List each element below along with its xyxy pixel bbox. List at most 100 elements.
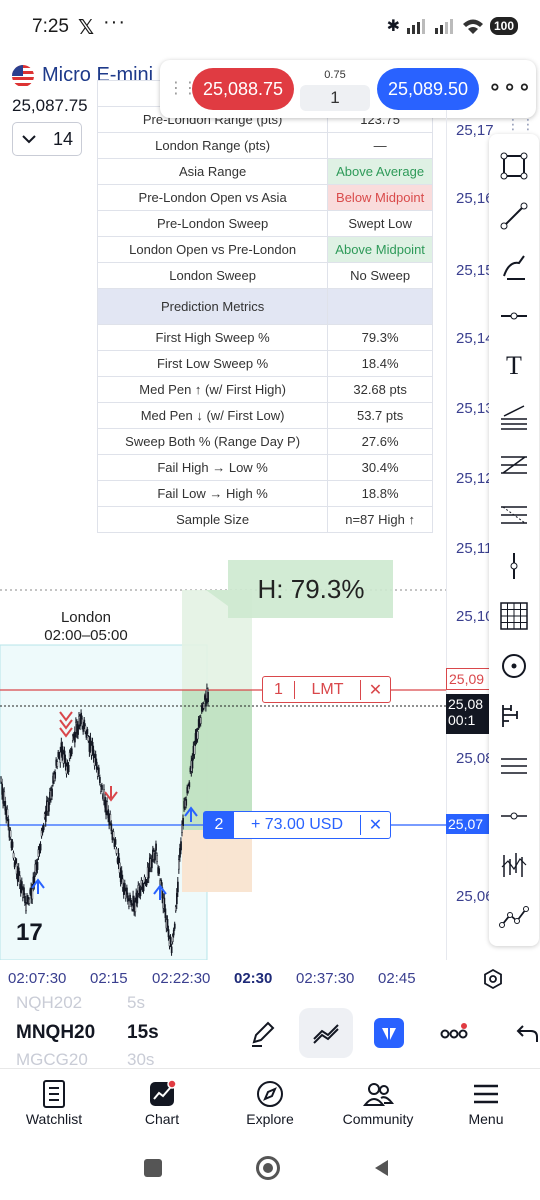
quantity-input[interactable]: 1 — [300, 85, 370, 111]
row-value: 79.3% — [327, 324, 433, 351]
table-row: Prediction Metrics — [96, 288, 433, 325]
rectangle-tool-icon[interactable] — [489, 146, 539, 186]
table-row: London Range (pts) — — [96, 132, 433, 159]
time-axis-label: 02:15 — [90, 970, 128, 987]
candle-body — [172, 929, 175, 936]
candle-body — [4, 801, 7, 811]
candle-body — [160, 880, 163, 885]
candle-body — [83, 719, 86, 727]
table-row: Med Pen ↓ (w/ First Low) 53.7 pts — [96, 402, 433, 429]
limit-order-type: LMT — [311, 680, 344, 698]
table-row: Sample Size n=87 High ↑ — [96, 506, 433, 533]
table-row: Fail High → Low % 30.4% — [96, 454, 433, 481]
row-value: No Sweep — [327, 262, 433, 289]
current-price-tag: 25,08 00:1 — [446, 694, 490, 734]
nav-watchlist[interactable]: Watchlist — [4, 1077, 104, 1127]
horizontal-line-tool-icon[interactable] — [489, 296, 539, 336]
row-label: Prediction Metrics — [96, 288, 329, 325]
candle-body — [77, 725, 79, 735]
trend-line-tool-icon[interactable] — [489, 196, 539, 236]
fib-tool-icon[interactable] — [489, 446, 539, 486]
tradingview-logo: 17 — [16, 919, 43, 946]
candle-body — [23, 887, 25, 895]
row-label: Fail High → Low % — [96, 454, 329, 481]
nav-menu[interactable]: Menu — [436, 1077, 536, 1127]
grid-tool-icon[interactable] — [489, 596, 539, 636]
candle-body — [169, 937, 172, 945]
cancel-order-icon[interactable]: ✕ — [360, 679, 390, 700]
chart-icon — [150, 1079, 177, 1106]
nav-menu-label: Menu — [468, 1111, 504, 1127]
row-label: Sample Size — [96, 506, 329, 533]
candle-body — [87, 736, 90, 742]
vertical-line-tool-icon[interactable] — [489, 546, 539, 586]
pencil-tool-icon[interactable] — [248, 1018, 278, 1053]
candle-body — [74, 731, 76, 743]
parallel-lines-tool-icon[interactable] — [489, 746, 539, 786]
symbol-list-item[interactable]: MNQH20 15s — [16, 1016, 176, 1050]
candle-body — [101, 784, 103, 790]
price-axis-label: 25,13 — [456, 400, 494, 417]
symbol-list[interactable]: NQH202 5s MNQH20 15s MGCG20 30s — [16, 990, 176, 1070]
path-tool-icon[interactable] — [489, 896, 539, 936]
candle-body — [51, 788, 53, 797]
trade-panel-icon[interactable] — [372, 1016, 406, 1055]
symbol-list-item[interactable]: MGCG20 30s — [16, 1050, 176, 1070]
row-value: Below Midpoint — [327, 184, 433, 211]
session-time: 02:00–05:00 — [44, 627, 127, 644]
fib-channel-tool-icon[interactable] — [489, 496, 539, 536]
text-tool-icon[interactable]: T — [489, 346, 539, 386]
limit-price-tag: 25,09 — [446, 668, 490, 690]
row-label: London Sweep — [96, 262, 329, 289]
brush-tool-icon[interactable] — [489, 246, 539, 286]
table-row: Pre-London Open vs Asia Below Midpoint — [96, 184, 433, 211]
candle-body — [199, 717, 202, 724]
row-value: — — [327, 132, 433, 159]
indicators-icon[interactable] — [440, 1022, 468, 1047]
long-position-tool-icon[interactable] — [489, 696, 539, 736]
circle-tool-icon[interactable] — [489, 646, 539, 686]
nav-chart[interactable]: Chart — [112, 1077, 212, 1127]
row-label: First High Sweep % — [96, 324, 329, 351]
row-label: London Open vs Pre-London — [96, 236, 329, 263]
symbol-list-tf: 30s — [127, 1050, 155, 1069]
pitchfork-tool-icon[interactable] — [489, 396, 539, 436]
undo-icon[interactable] — [515, 1022, 539, 1047]
candle-body — [121, 878, 124, 888]
candle-body — [112, 831, 115, 838]
nav-community[interactable]: Community — [328, 1077, 428, 1127]
row-value: Above Midpoint — [327, 236, 433, 263]
candle-body — [155, 843, 157, 851]
price-chart[interactable]: H: 79.3% London 02:00–05:00 17 — [0, 560, 446, 960]
back-button[interactable] — [372, 1158, 390, 1183]
sell-button[interactable]: 25,088.75 — [192, 68, 294, 110]
nav-explore[interactable]: Explore — [220, 1077, 320, 1127]
row-value: 18.8% — [327, 480, 433, 507]
symbol-list-item[interactable]: NQH202 5s — [16, 990, 176, 1016]
system-nav-bar — [0, 1140, 540, 1200]
candle-body — [139, 888, 142, 897]
price-line-tool-icon[interactable] — [489, 796, 539, 836]
close-position-icon[interactable]: ✕ — [360, 815, 390, 835]
candle-body — [18, 875, 21, 885]
toolbar-grip-icon[interactable]: ⋮⋮ — [506, 116, 536, 133]
home-button[interactable] — [256, 1156, 280, 1180]
position-pill[interactable]: 2 + 73.00 USD ✕ — [203, 811, 391, 839]
table-row: Asia Range Above Average — [96, 158, 433, 185]
chevron-down-icon — [22, 135, 36, 144]
candle-body — [99, 777, 101, 783]
collapse-legend-button[interactable]: 14 — [12, 122, 82, 156]
more-options-icon[interactable]: ∘∘∘ — [488, 74, 532, 100]
chart-settings-icon[interactable] — [482, 968, 504, 995]
drawing-mode-button[interactable] — [299, 1008, 353, 1058]
recent-apps-button[interactable] — [144, 1159, 162, 1177]
candle-body — [166, 919, 169, 928]
limit-order-pill[interactable]: 1 LMT ✕ — [262, 676, 391, 703]
limit-order-qty: 1 — [263, 680, 295, 699]
candle-body — [130, 900, 132, 905]
range-tool-icon[interactable] — [489, 846, 539, 886]
buy-button[interactable]: 25,089.50 — [377, 68, 479, 110]
table-row: London Sweep No Sweep — [96, 262, 433, 289]
signal-icon — [406, 19, 425, 34]
candle-body — [1, 783, 3, 795]
